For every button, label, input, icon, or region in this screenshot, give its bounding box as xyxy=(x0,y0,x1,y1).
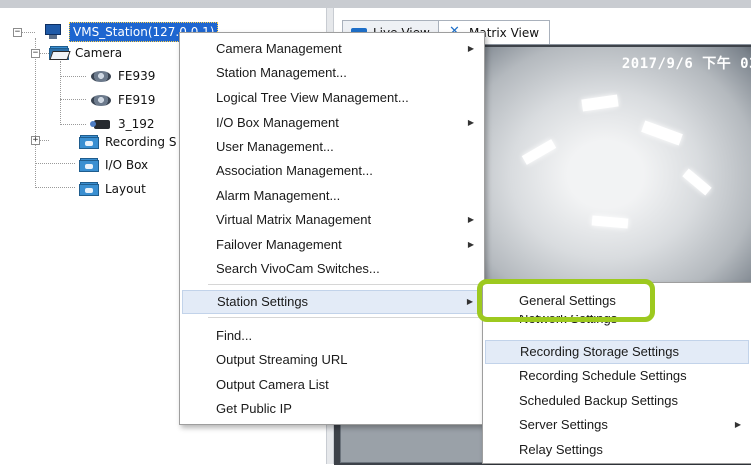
ceiling-light xyxy=(591,215,629,229)
tree-node-layout[interactable]: Layout xyxy=(79,179,146,199)
menu-item-io-box-management[interactable]: I/O Box Management ▶ xyxy=(182,111,482,135)
menu-item-label: Relay Settings xyxy=(519,442,603,457)
recording-expand-toggle[interactable]: + xyxy=(31,136,40,145)
io-box-label: I/O Box xyxy=(105,158,149,172)
menu-item-label: Scheduled Backup Settings xyxy=(519,393,678,408)
menu-item-association-management[interactable]: Association Management... xyxy=(182,159,482,183)
tree-connector xyxy=(35,163,75,164)
menu-item-label: I/O Box Management xyxy=(216,115,339,130)
menu-item-relay-settings[interactable]: Relay Settings xyxy=(485,438,749,462)
fisheye-camera-icon xyxy=(90,69,112,83)
submenu-arrow-icon: ▶ xyxy=(466,297,473,306)
submenu-arrow-icon: ▶ xyxy=(467,118,474,127)
tree-node-io-box[interactable]: I/O Box xyxy=(79,155,148,175)
menu-item-find[interactable]: Find... xyxy=(182,324,482,348)
tree-connector xyxy=(35,187,75,188)
station-context-menu: Camera Management ▶ Station Management...… xyxy=(179,32,485,425)
menu-item-label: Search VivoCam Switches... xyxy=(216,261,380,276)
menu-item-label: Recording Storage Settings xyxy=(520,344,679,359)
tree-connector xyxy=(60,76,86,77)
submenu-arrow-icon: ▶ xyxy=(734,420,741,429)
menu-separator xyxy=(208,317,480,318)
menu-item-label: Failover Management xyxy=(216,237,342,252)
menu-item-output-streaming-url[interactable]: Output Streaming URL xyxy=(182,348,482,372)
ceiling-light xyxy=(581,94,619,112)
tree-node-camera-item[interactable]: FE919 xyxy=(90,90,155,110)
menu-item-virtual-matrix-management[interactable]: Virtual Matrix Management ▶ xyxy=(182,208,482,232)
menu-item-label: Recording Schedule Settings xyxy=(519,368,687,383)
menu-item-station-settings[interactable]: Station Settings ▶ xyxy=(182,290,482,314)
menu-item-output-camera-list[interactable]: Output Camera List xyxy=(182,373,482,397)
recording-label: Recording S xyxy=(105,135,177,149)
tree-node-camera-item[interactable]: FE939 xyxy=(90,66,155,86)
menu-item-label: Find... xyxy=(216,328,253,343)
folder-icon xyxy=(79,158,99,172)
menu-item-camera-management[interactable]: Camera Management ▶ xyxy=(182,37,482,61)
menu-item-recording-schedule-settings[interactable]: Recording Schedule Settings xyxy=(485,364,749,388)
tree-connector xyxy=(60,61,61,125)
video-timestamp: 2017/9/6 下午 03 xyxy=(621,56,751,72)
menu-item-failover-management[interactable]: Failover Management ▶ xyxy=(182,233,482,257)
menu-item-recording-storage-settings[interactable]: Recording Storage Settings xyxy=(485,340,749,364)
camera-folder-label: Camera xyxy=(75,46,123,60)
menu-item-server-settings[interactable]: Server Settings ▶ xyxy=(485,413,749,437)
menu-item-label: Station Settings xyxy=(217,294,309,309)
menu-item-user-management[interactable]: User Management... xyxy=(182,135,482,159)
tree-node-recording[interactable]: Recording S xyxy=(79,132,176,152)
menu-item-get-public-ip[interactable]: Get Public IP xyxy=(182,397,482,421)
ceiling-light xyxy=(641,120,683,146)
menu-item-label: Camera Management xyxy=(216,41,342,56)
menu-item-scheduled-backup-settings[interactable]: Scheduled Backup Settings xyxy=(485,389,749,413)
tree-node-camera-item[interactable]: 3_192 xyxy=(90,114,155,134)
menu-item-label: Get Public IP xyxy=(216,401,292,416)
open-folder-icon xyxy=(49,46,71,60)
camera-label: FE939 xyxy=(118,69,156,83)
menu-item-label: Station Management... xyxy=(216,65,347,80)
submenu-arrow-icon: ▶ xyxy=(467,215,474,224)
camera-label: FE919 xyxy=(118,93,156,107)
tree-node-camera[interactable]: Camera xyxy=(49,43,122,63)
menu-separator xyxy=(208,284,480,285)
menu-item-station-management[interactable]: Station Management... xyxy=(182,61,482,85)
layout-label: Layout xyxy=(105,182,146,196)
menu-item-label: Virtual Matrix Management xyxy=(216,212,372,227)
camera-label: 3_192 xyxy=(118,117,155,131)
menu-item-label: Alarm Management... xyxy=(216,188,341,203)
menu-item-label: User Management... xyxy=(216,139,334,154)
bullet-camera-icon xyxy=(90,118,112,130)
menu-item-label: Output Streaming URL xyxy=(216,352,348,367)
root-collapse-toggle[interactable]: − xyxy=(13,28,22,37)
monitor-icon xyxy=(43,24,63,40)
video-tile-secondary[interactable] xyxy=(340,421,492,463)
window-top-strip xyxy=(0,0,751,8)
tree-connector xyxy=(60,124,86,125)
menu-item-label: Association Management... xyxy=(216,163,373,178)
fisheye-camera-icon xyxy=(90,93,112,107)
submenu-arrow-icon: ▶ xyxy=(467,240,474,249)
camera-collapse-toggle[interactable]: − xyxy=(31,49,40,58)
ceiling-light xyxy=(521,139,557,165)
highlight-ring-annotation xyxy=(477,279,655,322)
folder-icon xyxy=(79,135,99,149)
tree-connector xyxy=(35,38,36,188)
menu-item-label: Output Camera List xyxy=(216,377,329,392)
folder-icon xyxy=(79,182,99,196)
menu-item-label: Server Settings xyxy=(519,417,608,432)
ceiling-light xyxy=(682,168,712,196)
submenu-arrow-icon: ▶ xyxy=(467,44,474,53)
tree-connector xyxy=(60,99,86,100)
menu-item-alarm-management[interactable]: Alarm Management... xyxy=(182,184,482,208)
menu-item-logical-tree-view-management[interactable]: Logical Tree View Management... xyxy=(182,86,482,110)
menu-item-search-vivocam-switches[interactable]: Search VivoCam Switches... xyxy=(182,257,482,281)
menu-item-label: Logical Tree View Management... xyxy=(216,90,409,105)
